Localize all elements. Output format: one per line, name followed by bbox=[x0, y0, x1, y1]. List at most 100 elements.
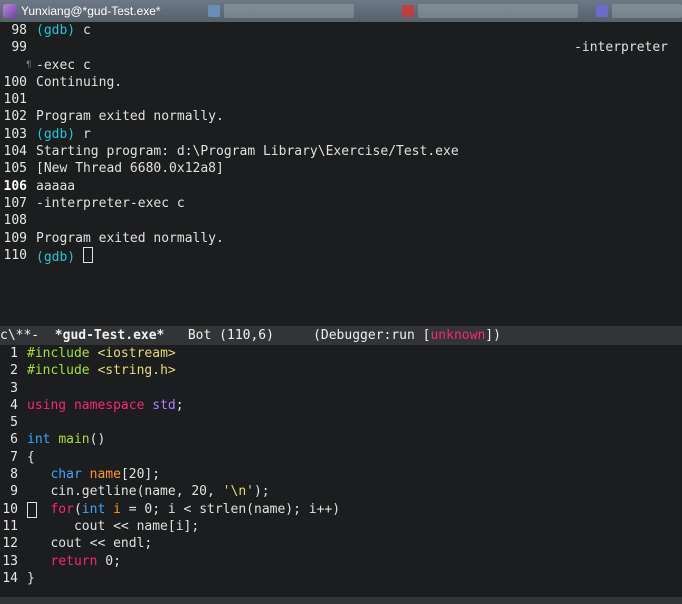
line-text: [New Thread 6680.0x12a8] bbox=[36, 160, 224, 177]
line-text: int main() bbox=[27, 431, 105, 448]
gdb-line: 108 bbox=[0, 212, 682, 229]
line-number: 99 bbox=[11, 40, 27, 56]
background-tab-icon bbox=[208, 5, 220, 17]
source-mode-line bbox=[0, 597, 682, 604]
buffer-position: Bot (110,6) (Debugger:run [ bbox=[164, 328, 431, 343]
code-token: for bbox=[50, 501, 74, 517]
right-aligned-text: -interpreter bbox=[574, 40, 668, 56]
line-text: for(int i = 0; i < strlen(name); i++) bbox=[27, 501, 340, 518]
line-number: 12 bbox=[2, 536, 18, 552]
line-text: #include <iostream> bbox=[27, 345, 176, 362]
background-tab-icon bbox=[402, 5, 414, 17]
gdb-line: 102 Program exited normally. bbox=[0, 108, 682, 125]
code-token: using bbox=[27, 397, 67, 413]
gdb-line: 106 aaaaa bbox=[0, 178, 682, 195]
code-token: () bbox=[89, 432, 106, 448]
code-token: std bbox=[152, 397, 176, 413]
source-line: 11 cout << name[i]; bbox=[0, 518, 682, 535]
line-text: #include <string.h> bbox=[27, 362, 176, 379]
code-token: #include bbox=[27, 363, 98, 379]
window-titlebar[interactable]: Yunxiang@*gud-Test.exe* bbox=[0, 0, 682, 22]
code-token: 0; bbox=[97, 553, 121, 569]
line-number: 110 bbox=[3, 247, 27, 263]
line-number: 103 bbox=[3, 126, 27, 142]
line-text: cout << name[i]; bbox=[27, 518, 199, 535]
code-token: return bbox=[50, 553, 98, 569]
line-number: 98 bbox=[11, 23, 27, 38]
source-line: 7{ bbox=[0, 449, 682, 466]
line-number: 7 bbox=[10, 449, 18, 465]
gdb-mode-line: c\**- *gud-Test.exe* Bot (110,6) (Debugg… bbox=[0, 326, 682, 345]
code-token: Starting program: d:\Program Library\Exe… bbox=[36, 144, 459, 160]
code-token: [20]; bbox=[120, 467, 161, 483]
line-number: 5 bbox=[10, 415, 18, 431]
line-text: cin.getline(name, 20, '\n'); bbox=[27, 483, 270, 500]
source-code-pane[interactable]: 1 #include <iostream> 2 #include <string.h>… bbox=[0, 345, 682, 597]
gdb-line: 105 [New Thread 6680.0x12a8] bbox=[0, 160, 682, 177]
code-token: ); bbox=[253, 484, 270, 500]
line-text: } bbox=[27, 570, 35, 587]
source-line: 12 cout << endl; bbox=[0, 535, 682, 552]
line-number: 2 bbox=[10, 363, 18, 379]
code-token: #include bbox=[27, 346, 98, 361]
code-token: namespace bbox=[73, 397, 145, 413]
line-number: 6 bbox=[10, 432, 18, 448]
debugger-status: unknown bbox=[430, 328, 486, 343]
gdb-line: 109 Program exited normally. bbox=[0, 230, 682, 247]
code-token: { bbox=[27, 449, 35, 465]
code-token: cout << name[i]; bbox=[27, 518, 200, 534]
background-tab bbox=[224, 4, 354, 18]
code-token: ( bbox=[73, 501, 82, 517]
code-token: cout << endl; bbox=[27, 536, 153, 552]
line-number: 8 bbox=[10, 467, 18, 483]
source-line: 14} bbox=[0, 570, 682, 587]
line-text: using namespace std; bbox=[27, 397, 184, 414]
gdb-prompt: (gdb) bbox=[36, 249, 76, 265]
source-line: 10 for(int i = 0; i < strlen(name); i++) bbox=[0, 501, 682, 518]
line-text: return 0; bbox=[27, 553, 121, 570]
code-token: Program exited normally. bbox=[36, 230, 224, 246]
background-tab-icon bbox=[596, 5, 608, 17]
line-text: (gdb) r bbox=[36, 126, 91, 143]
modeline-end: ]) bbox=[485, 328, 501, 343]
line-text: (gdb) bbox=[36, 246, 93, 266]
gdb-console-pane[interactable]: 98 (gdb) c 99 -interpreter ¶ -exec c 100 Contin… bbox=[0, 22, 682, 326]
line-number: 108 bbox=[3, 213, 27, 229]
line-text: (gdb) c bbox=[36, 22, 91, 39]
line-text: { bbox=[27, 449, 35, 466]
line-number: 107 bbox=[3, 195, 27, 211]
code-token: int bbox=[27, 432, 51, 448]
emacs-app-icon bbox=[3, 4, 17, 18]
line-number: 101 bbox=[3, 92, 27, 108]
source-line: 3 bbox=[0, 380, 682, 397]
code-token: aaaaa bbox=[36, 178, 76, 194]
code-token: c bbox=[75, 23, 91, 38]
gdb-line: 100 Continuing. bbox=[0, 74, 682, 91]
gdb-line: 110 (gdb) bbox=[0, 246, 682, 266]
gdb-line: 99 -interpreter bbox=[0, 39, 682, 56]
gdb-line: 107 -interpreter-exec c bbox=[0, 195, 682, 212]
line-text: Continuing. bbox=[36, 74, 122, 91]
buffer-name: *gud-Test.exe* bbox=[54, 328, 165, 343]
line-number: 11 bbox=[2, 518, 18, 534]
code-token: -interpreter-exec c bbox=[36, 195, 185, 211]
line-number: 1 bbox=[10, 346, 18, 361]
code-token: name bbox=[89, 467, 121, 483]
source-line: 4 using namespace std; bbox=[0, 397, 682, 414]
line-text: char name[20]; bbox=[27, 466, 160, 483]
line-number: 9 bbox=[10, 484, 18, 500]
gdb-prompt: (gdb) bbox=[36, 126, 76, 142]
code-token: [New Thread 6680.0x12a8] bbox=[36, 161, 224, 177]
gdb-line: 104 Starting program: d:\Program Library\… bbox=[0, 143, 682, 160]
code-token: ; bbox=[175, 397, 184, 413]
code-token: <string.h> bbox=[97, 363, 176, 379]
gdb-prompt: (gdb) bbox=[36, 23, 76, 38]
code-token: Program exited normally. bbox=[36, 109, 224, 125]
line-number: 100 bbox=[3, 74, 27, 90]
